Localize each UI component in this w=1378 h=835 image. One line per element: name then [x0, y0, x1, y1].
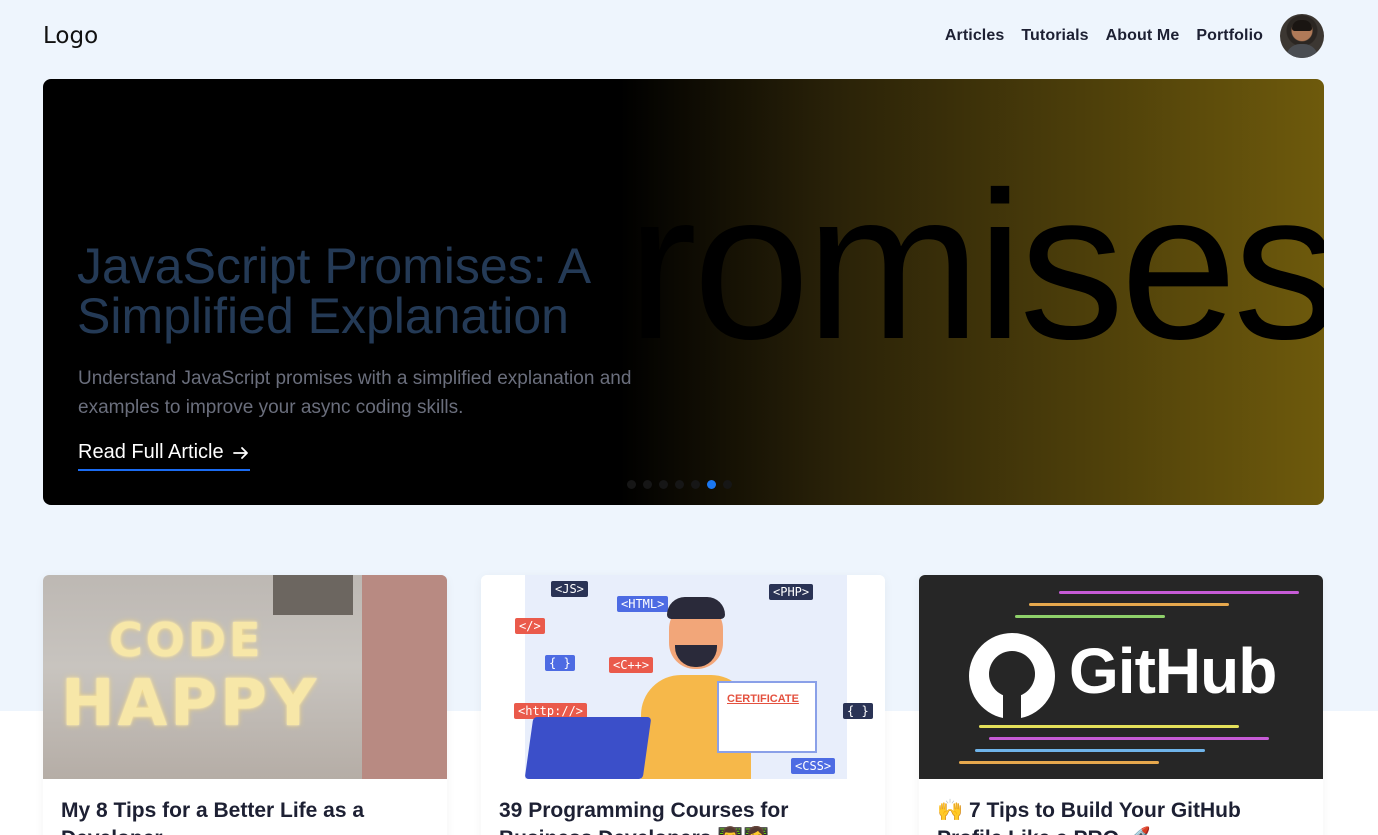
code-tag: { }: [545, 655, 575, 671]
nav-link-tutorials[interactable]: Tutorials: [1021, 27, 1088, 45]
illustration-person-hair: [667, 597, 725, 619]
article-card-title[interactable]: My 8 Tips for a Better Life as a Develop…: [61, 797, 431, 835]
article-card-image: <JS> <HTML> <PHP> </> { } <C++> <http://…: [481, 575, 885, 779]
code-line: [979, 725, 1239, 728]
code-tag: <C++>: [609, 657, 654, 673]
nav-link-about-me[interactable]: About Me: [1106, 27, 1180, 45]
github-wordmark: GitHub: [1069, 635, 1277, 707]
article-card[interactable]: CODE HAPPY My 8 Tips for a Better Life a…: [43, 575, 447, 835]
read-full-article-label: Read Full Article: [78, 441, 224, 463]
article-card[interactable]: <JS> <HTML> <PHP> </> { } <C++> <http://…: [481, 575, 885, 835]
carousel-dot[interactable]: [723, 480, 732, 489]
code-tag: <CSS>: [791, 758, 836, 774]
code-tag: { }: [843, 703, 873, 719]
carousel-dot-active[interactable]: [707, 480, 716, 489]
marquee-text-happy: HAPPY: [61, 667, 320, 741]
article-card-image: CODE HAPPY: [43, 575, 447, 779]
code-line: [975, 749, 1205, 752]
code-tag: <HTML>: [617, 596, 669, 612]
github-octocat-icon: [969, 633, 1055, 719]
code-line: [959, 761, 1159, 764]
hero-description: Understand JavaScript promises with a si…: [78, 368, 632, 418]
nav-link-articles[interactable]: Articles: [945, 27, 1005, 45]
read-full-article-button[interactable]: Read Full Article: [78, 441, 250, 471]
carousel-dot[interactable]: [691, 480, 700, 489]
code-tag: </>: [515, 618, 545, 634]
hero-carousel: Promises JavaScript Promises: A Simplifi…: [43, 79, 1324, 505]
code-line: [1015, 615, 1165, 618]
site-logo[interactable]: Logo: [43, 23, 98, 49]
code-line: [1029, 603, 1229, 606]
site-header: Logo Articles Tutorials About Me Portfol…: [43, 14, 1324, 58]
illustration-certificate: CERTIFICATE: [717, 681, 817, 753]
carousel-dot[interactable]: [643, 480, 652, 489]
image-background-shape: [362, 575, 447, 779]
carousel-dot[interactable]: [675, 480, 684, 489]
hero-title: JavaScript Promises: A Simplified Explan…: [77, 238, 589, 344]
article-card-title[interactable]: 39 Programming Courses for Business Deve…: [499, 797, 869, 835]
user-avatar[interactable]: [1280, 14, 1324, 58]
carousel-dots: [627, 480, 732, 489]
arrow-right-icon: [232, 446, 248, 459]
certificate-label: CERTIFICATE: [727, 693, 799, 705]
marquee-text-code: CODE: [109, 613, 264, 667]
carousel-dot[interactable]: [659, 480, 668, 489]
article-card-image: GitHub: [919, 575, 1323, 779]
code-line: [989, 737, 1269, 740]
code-line: [1059, 591, 1299, 594]
code-tag: <JS>: [551, 581, 588, 597]
carousel-dot[interactable]: [627, 480, 636, 489]
main-nav: Articles Tutorials About Me Portfolio: [945, 14, 1324, 58]
illustration-laptop: [524, 717, 652, 779]
article-card[interactable]: GitHub 🙌 7 Tips to Build Your GitHub Pro…: [919, 575, 1323, 835]
image-background-shape: [273, 575, 353, 615]
code-tag: <PHP>: [769, 584, 814, 600]
article-card-title[interactable]: 🙌 7 Tips to Build Your GitHub Profile Li…: [937, 797, 1307, 835]
nav-link-portfolio[interactable]: Portfolio: [1196, 27, 1263, 45]
